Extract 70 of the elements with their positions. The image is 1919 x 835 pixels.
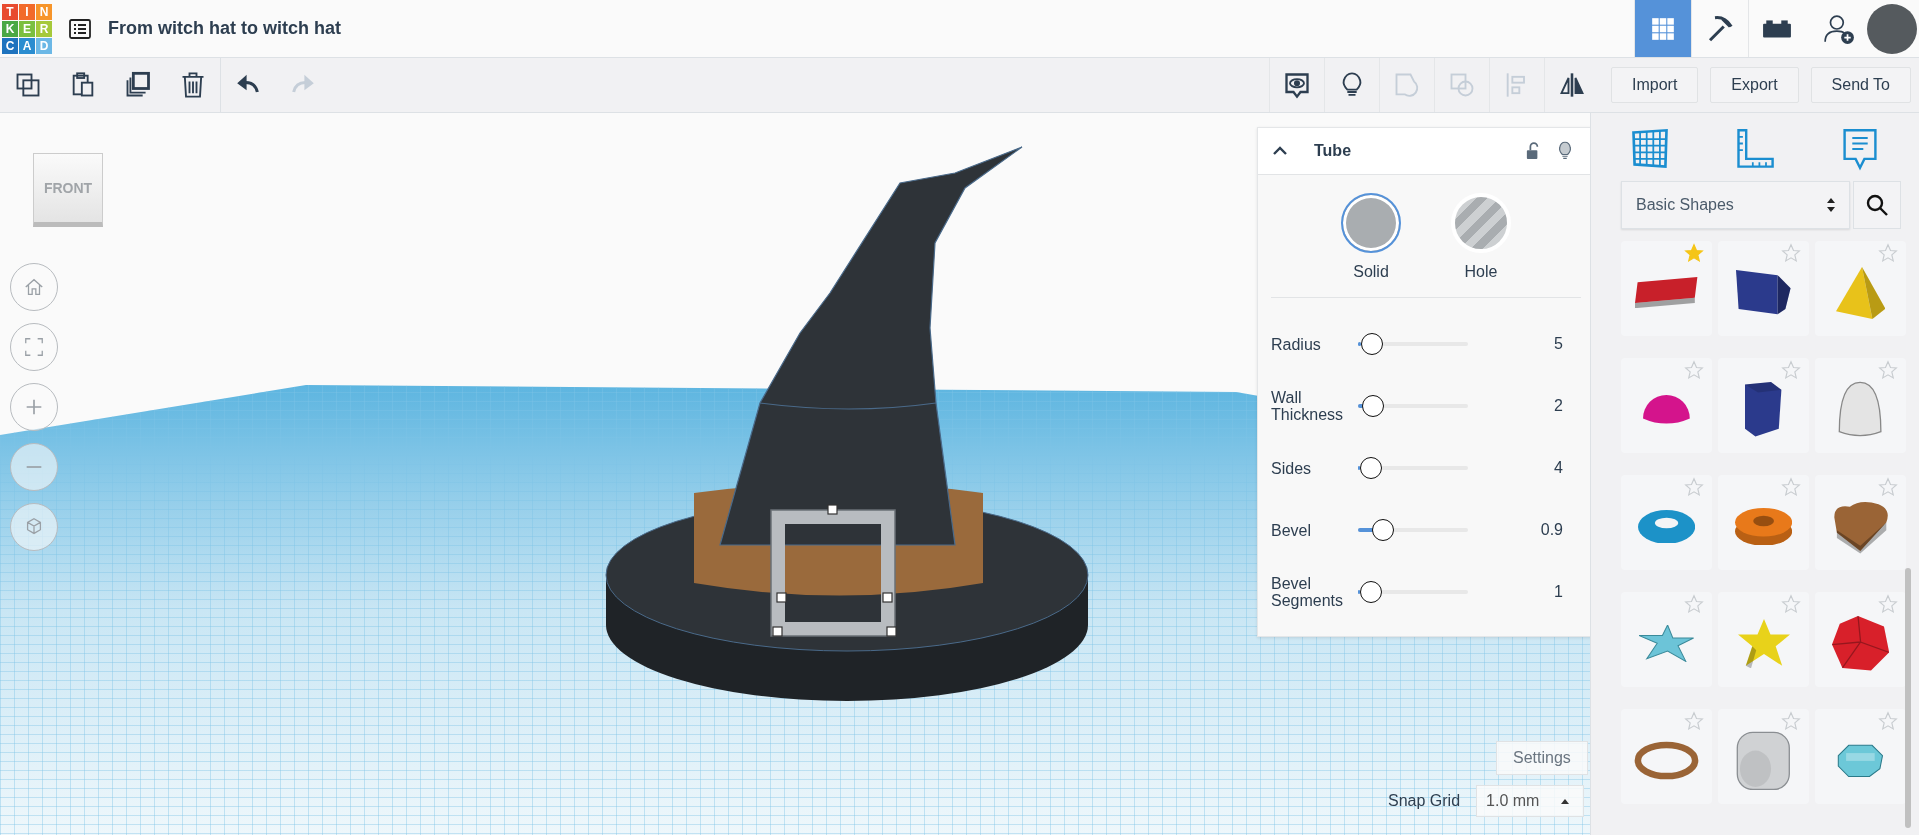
grid-icon xyxy=(1650,15,1676,42)
shape-tile[interactable] xyxy=(1815,358,1906,453)
star-icon[interactable] xyxy=(1781,243,1801,263)
shape-tile[interactable] xyxy=(1718,709,1809,804)
tinkercad-logo[interactable]: T I N K E R C A D xyxy=(2,3,52,54)
star-icon[interactable] xyxy=(1878,360,1898,380)
add-user-icon[interactable] xyxy=(1823,12,1855,45)
lightbulb-icon[interactable] xyxy=(1558,141,1572,161)
star-icon[interactable] xyxy=(1878,711,1898,731)
parameter-label: Wall Thickness xyxy=(1271,389,1345,423)
toolbar-button[interactable]: Import xyxy=(1611,67,1699,103)
brick-icon xyxy=(1762,17,1792,40)
star-icon[interactable] xyxy=(1684,360,1704,380)
snap-grid-label: Snap Grid xyxy=(1388,792,1461,810)
shape-tile[interactable] xyxy=(1621,475,1712,570)
cube-icon[interactable] xyxy=(10,503,58,551)
star-icon[interactable] xyxy=(1781,477,1801,497)
sort-arrows-icon xyxy=(1827,198,1835,212)
parameter-slider[interactable] xyxy=(1358,332,1468,356)
shape-tile[interactable] xyxy=(1621,358,1712,453)
home-view-icon[interactable] xyxy=(10,263,58,311)
star-icon[interactable] xyxy=(1684,711,1704,731)
shape-tile[interactable] xyxy=(1815,475,1906,570)
parameter-slider[interactable] xyxy=(1358,580,1468,604)
parameter-label: Sides xyxy=(1271,459,1313,477)
shape-name: Tube xyxy=(1314,142,1352,160)
collapse-icon[interactable] xyxy=(1272,146,1288,156)
shape-tile[interactable] xyxy=(1718,358,1809,453)
shape-tile[interactable] xyxy=(1718,592,1809,687)
shape-tile[interactable] xyxy=(1815,241,1906,336)
search-icon[interactable] xyxy=(1853,181,1901,229)
filled-star-icon[interactable] xyxy=(1684,243,1704,263)
star-icon[interactable] xyxy=(1781,360,1801,380)
parameter-value[interactable]: 0.9 xyxy=(1503,521,1563,539)
parameter-label: Radius xyxy=(1271,335,1322,353)
parameter-value[interactable]: 1 xyxy=(1503,583,1563,601)
user-avatar[interactable] xyxy=(1867,3,1917,54)
shape-tile[interactable] xyxy=(1621,709,1712,804)
shape-tile[interactable] xyxy=(1621,241,1712,336)
snap-grid-select[interactable]: 1.0 mm xyxy=(1476,785,1585,817)
parameter-slider[interactable] xyxy=(1358,394,1468,418)
star-icon[interactable] xyxy=(1684,477,1704,497)
toolbar-button[interactable]: Export xyxy=(1710,67,1799,103)
shape-tile[interactable] xyxy=(1718,475,1809,570)
shape-tile[interactable] xyxy=(1718,241,1809,336)
parameter-value[interactable]: 5 xyxy=(1503,335,1563,353)
parameter-label: Bevel Segments xyxy=(1271,575,1345,609)
parameter-value[interactable]: 4 xyxy=(1503,459,1563,477)
star-icon[interactable] xyxy=(1878,594,1898,614)
shape-tile[interactable] xyxy=(1621,592,1712,687)
toolbar-button[interactable]: Send To xyxy=(1810,67,1911,103)
parameter-slider[interactable] xyxy=(1358,456,1468,480)
zoom-in-icon[interactable] xyxy=(10,383,58,431)
star-icon[interactable] xyxy=(1684,594,1704,614)
shape-tile[interactable] xyxy=(1815,592,1906,687)
list-icon[interactable] xyxy=(68,16,92,41)
star-icon[interactable] xyxy=(1781,594,1801,614)
parameter-value[interactable]: 2 xyxy=(1503,397,1563,415)
shape-tile[interactable] xyxy=(1815,709,1906,804)
parameter-slider[interactable] xyxy=(1358,518,1468,542)
parameter-label: Bevel xyxy=(1271,521,1313,539)
settings-button[interactable]: Settings xyxy=(1496,741,1588,775)
star-icon[interactable] xyxy=(1878,477,1898,497)
category-select[interactable]: Basic Shapes xyxy=(1621,181,1850,229)
caret-icon xyxy=(1561,798,1570,804)
star-icon[interactable] xyxy=(1781,711,1801,731)
star-icon[interactable] xyxy=(1878,243,1898,263)
design-title[interactable]: From witch hat to witch hat xyxy=(108,18,341,39)
fit-view-icon[interactable] xyxy=(10,323,58,371)
unlocked-lock-icon[interactable] xyxy=(1526,142,1540,160)
